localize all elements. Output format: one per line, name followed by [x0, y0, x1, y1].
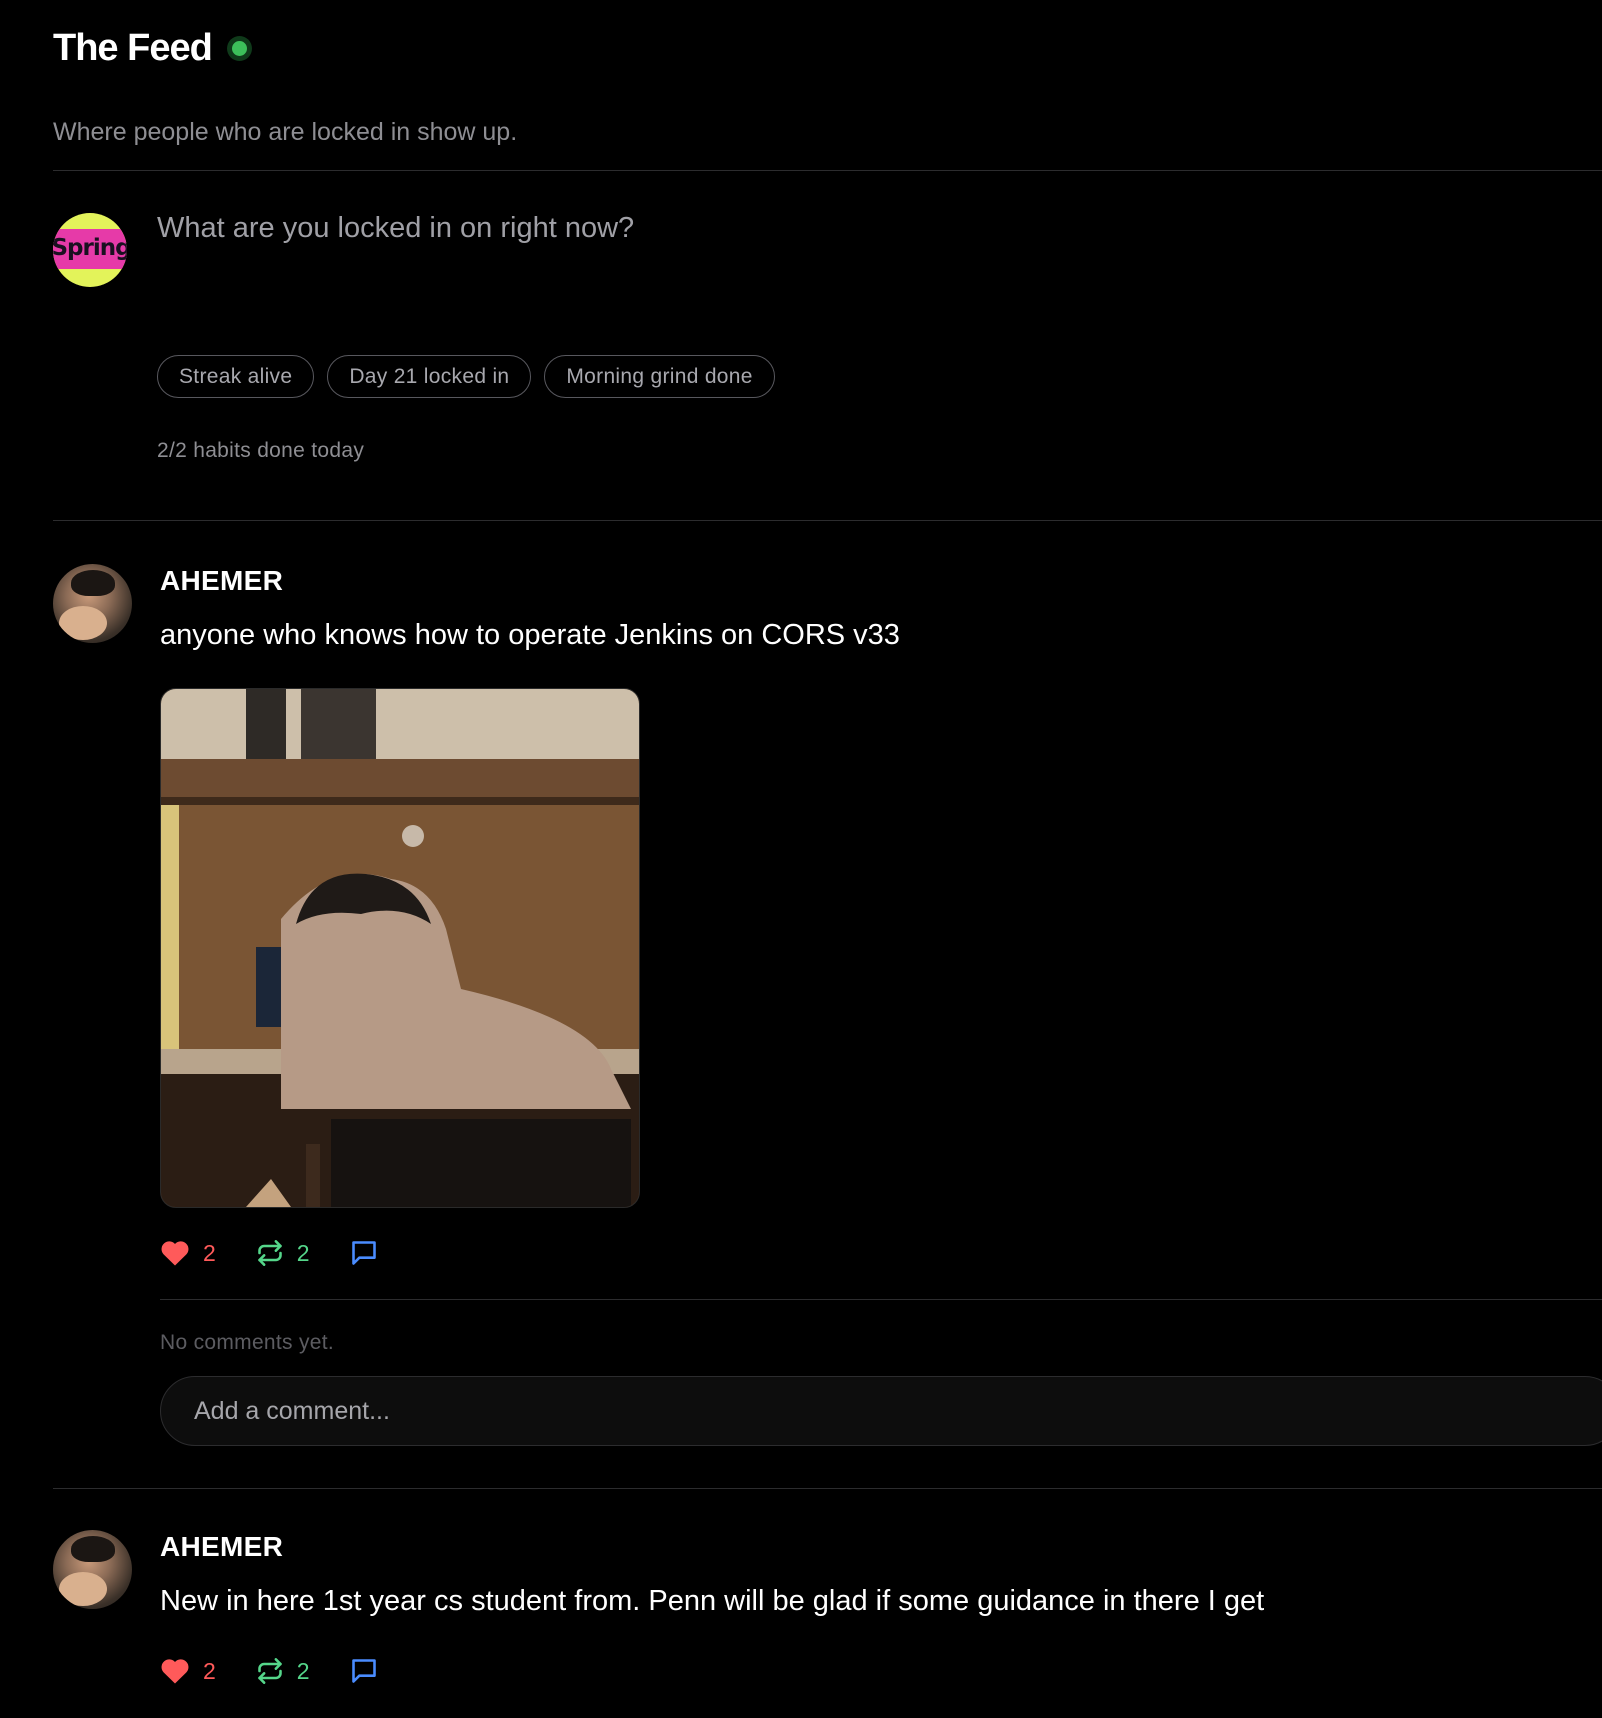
comment-button[interactable]	[350, 1239, 378, 1267]
chip-day-21[interactable]: Day 21 locked in	[327, 355, 532, 398]
comment-button[interactable]	[350, 1657, 378, 1685]
heart-icon	[161, 1659, 189, 1684]
repost-count: 2	[296, 1239, 310, 1266]
like-count: 2	[203, 1657, 216, 1684]
comment-icon	[351, 1659, 376, 1683]
title-row: The Feed	[53, 24, 247, 72]
post-image[interactable]	[160, 688, 640, 1208]
habits-status: 2/2 habits done today	[157, 439, 365, 462]
avatar-shoulder	[59, 1572, 107, 1606]
quick-chips: Streak alive Day 21 locked in Morning gr…	[157, 355, 775, 398]
avatar-shoulder	[59, 606, 107, 640]
feed-page: The Feed Where people who are locked in …	[0, 0, 1602, 1718]
no-comments-text: No comments yet.	[160, 1331, 335, 1354]
avatar-hair	[71, 1536, 115, 1562]
comment-icon	[351, 1241, 376, 1265]
composer-divider	[53, 520, 1602, 521]
post-username[interactable]: AHEMER	[160, 565, 283, 597]
live-status-dot	[231, 40, 247, 56]
like-button[interactable]: 2	[160, 1657, 216, 1685]
like-count: 2	[203, 1239, 216, 1266]
post-divider	[53, 1488, 1602, 1489]
header-divider	[53, 170, 1602, 171]
feed-header: The Feed Where people who are locked in …	[53, 24, 517, 146]
post-photo	[161, 689, 639, 1207]
repost-button[interactable]: 2	[256, 1657, 310, 1685]
heart-icon	[161, 1241, 189, 1266]
post-text: anyone who knows how to operate Jenkins …	[160, 619, 900, 651]
post-actions: 2 2	[160, 1657, 378, 1685]
like-button[interactable]: 2	[160, 1239, 216, 1267]
avatar-hair	[71, 570, 115, 596]
post-text: New in here 1st year cs student from. Pe…	[160, 1585, 1265, 1617]
current-user-avatar[interactable]: Spring	[53, 213, 127, 287]
post-actions: 2 2	[160, 1239, 378, 1267]
avatar-text: Spring	[53, 235, 127, 261]
repost-button[interactable]: 2	[256, 1239, 310, 1267]
post-author-avatar[interactable]	[53, 564, 132, 643]
page-subtitle: Where people who are locked in show up.	[53, 118, 518, 146]
post-author-avatar[interactable]	[53, 1530, 132, 1609]
repost-icon	[258, 1658, 282, 1684]
post-username[interactable]: AHEMER	[160, 1531, 283, 1563]
composer-input[interactable]	[157, 212, 1557, 245]
repost-count: 2	[296, 1657, 310, 1684]
comment-input[interactable]	[160, 1376, 1602, 1446]
repost-icon	[258, 1240, 282, 1266]
chip-streak-alive[interactable]: Streak alive	[157, 355, 315, 398]
chip-morning-grind[interactable]: Morning grind done	[544, 355, 775, 398]
page-title: The Feed	[53, 27, 213, 69]
comments-divider	[160, 1299, 1602, 1300]
